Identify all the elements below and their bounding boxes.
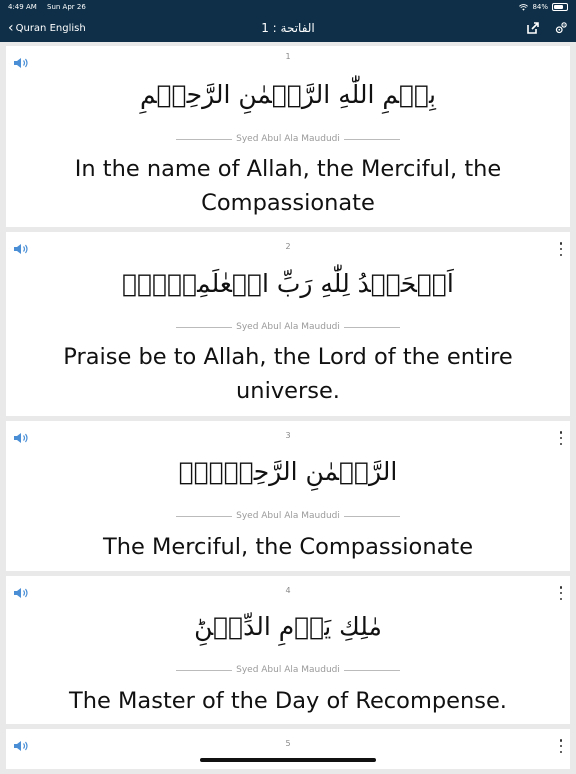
translator-label: Syed Abul Ala Maududi <box>6 134 570 144</box>
home-indicator[interactable] <box>200 758 376 762</box>
status-date: Sun Apr 26 <box>47 3 86 11</box>
translator-name: Syed Abul Ala Maududi <box>236 322 340 332</box>
translator-label: Syed Abul Ala Maududi <box>6 665 570 675</box>
back-label: Quran English <box>15 22 86 34</box>
status-time: 4:49 AM <box>8 3 37 11</box>
translation-text: Praise be to Allah, the Lord of the enti… <box>63 344 513 404</box>
verse-card[interactable]: 4 مٰلِكِ يَوۡمِ الدِّيۡنِؕ Syed Abul Ala… <box>6 576 570 724</box>
arabic-text: الرَّحۡمٰنِ الرَّحِيۡمِۙ <box>178 457 398 486</box>
arabic-text: بِسۡمِ اللّٰهِ الرَّحۡمٰنِ الرَّحِيۡمِ <box>140 80 436 109</box>
share-icon[interactable] <box>526 21 540 35</box>
translator-name: Syed Abul Ala Maududi <box>236 665 340 675</box>
translator-name: Syed Abul Ala Maududi <box>236 511 340 521</box>
verse-card[interactable]: 2 اَلۡحَمۡدُ لِلّٰهِ رَبِّ الۡعٰلَمِيۡنَ… <box>6 232 570 416</box>
wifi-icon <box>519 3 529 11</box>
status-bar: 4:49 AM Sun Apr 26 84% <box>0 0 576 14</box>
verse-number: 3 <box>285 431 291 440</box>
verse-number: 4 <box>285 586 291 595</box>
translator-label: Syed Abul Ala Maududi <box>6 322 570 332</box>
translator-label: Syed Abul Ala Maududi <box>6 511 570 521</box>
verse-number: 5 <box>285 739 291 748</box>
verse-card[interactable]: 5 <box>6 729 570 769</box>
translation-text: In the name of Allah, the Merciful, the … <box>74 156 502 216</box>
verse-number: 1 <box>285 52 291 61</box>
translator-name: Syed Abul Ala Maududi <box>236 134 340 144</box>
verse-list: 1 بِسۡمِ اللّٰهِ الرَّحۡمٰنِ الرَّحِيۡمِ… <box>6 46 570 774</box>
battery-icon <box>552 3 568 11</box>
back-button[interactable]: ‹ Quran English <box>8 21 86 35</box>
verse-card[interactable]: 3 الرَّحۡمٰنِ الرَّحِيۡمِۙ Syed Abul Ala… <box>6 421 570 571</box>
settings-gear-icon[interactable] <box>554 21 568 35</box>
page-title: الفاتحة : 1 <box>261 21 315 35</box>
translation-text: The Master of the Day of Recompense. <box>69 688 507 714</box>
battery-percent: 84% <box>532 3 548 11</box>
verse-card[interactable]: 1 بِسۡمِ اللّٰهِ الرَّحۡمٰنِ الرَّحِيۡمِ… <box>6 46 570 227</box>
navigation-bar: ‹ Quran English الفاتحة : 1 <box>0 14 576 42</box>
verse-number: 2 <box>285 242 291 251</box>
arabic-text: اَلۡحَمۡدُ لِلّٰهِ رَبِّ الۡعٰلَمِيۡنَۙ <box>122 269 454 298</box>
translation-text: The Merciful, the Compassionate <box>102 534 474 560</box>
chevron-left-icon: ‹ <box>8 20 14 36</box>
arabic-text: مٰلِكِ يَوۡمِ الدِّيۡنِؕ <box>194 612 382 641</box>
